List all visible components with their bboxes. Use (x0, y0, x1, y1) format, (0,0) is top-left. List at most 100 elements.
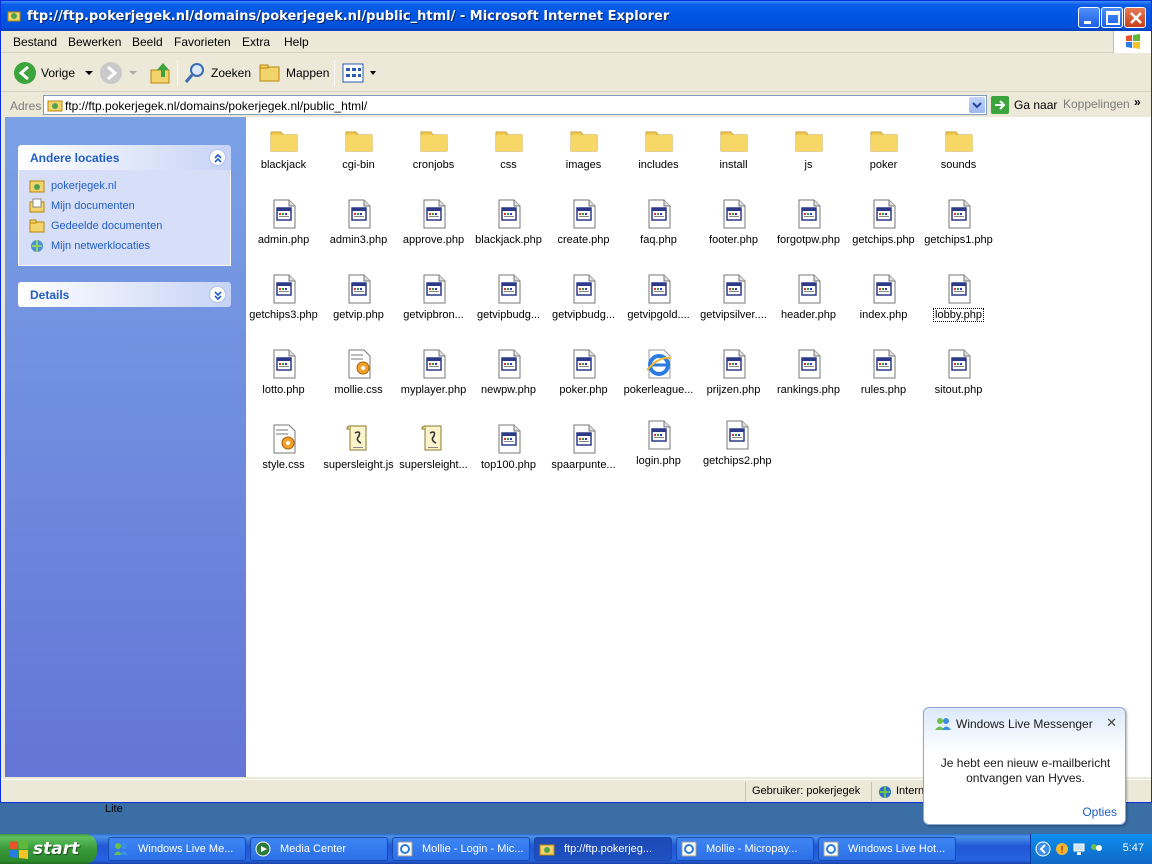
file-item[interactable]: approve.php (396, 198, 471, 246)
file-item[interactable]: getchips2.php (700, 419, 775, 467)
notification-close-icon[interactable]: ✕ (1106, 715, 1117, 731)
file-item[interactable]: getvipbudg... (546, 273, 621, 321)
other-locations-header[interactable]: Andere locaties (18, 145, 231, 170)
file-item[interactable]: blackjack.php (471, 198, 546, 246)
views-icon (342, 63, 364, 83)
messenger-notification[interactable]: Windows Live Messenger ✕ Je hebt een nie… (923, 707, 1126, 825)
file-item[interactable]: pokerleague... (621, 348, 696, 396)
messenger-tray-icon[interactable] (1089, 842, 1103, 856)
views-button[interactable] (341, 59, 381, 87)
file-item[interactable]: getvip.php (321, 273, 396, 321)
details-header[interactable]: Details (18, 282, 231, 307)
file-item[interactable]: admin.php (246, 198, 321, 246)
taskbar-button[interactable]: ftp://ftp.pokerjeg... (534, 837, 672, 861)
taskbar-button[interactable]: Mollie - Login - Mic... (392, 837, 530, 861)
address-input[interactable]: ftp://ftp.pokerjegek.nl/domains/pokerjeg… (43, 95, 987, 115)
menu-extra[interactable]: Extra (242, 35, 270, 49)
file-item[interactable]: getvipsilver.... (696, 273, 771, 321)
link-pokerjegek[interactable]: pokerjegek.nl (29, 178, 116, 194)
file-item[interactable]: poker.php (546, 348, 621, 396)
file-item[interactable]: getchips3.php (246, 273, 321, 321)
folder-item[interactable]: install (696, 123, 771, 171)
maximize-button[interactable] (1101, 7, 1123, 28)
file-item[interactable]: supersleight... (396, 423, 471, 471)
dropdown-arrow-icon[interactable] (83, 68, 95, 78)
file-item[interactable]: prijzen.php (696, 348, 771, 396)
taskbar-button[interactable]: Mollie - Micropay... (676, 837, 814, 861)
network-icon[interactable] (1072, 842, 1086, 856)
links-button[interactable]: Koppelingen (1063, 97, 1130, 111)
link-gedeelde-documenten[interactable]: Gedeelde documenten (29, 218, 162, 234)
title-bar[interactable]: ftp://ftp.pokerjegek.nl/domains/pokerjeg… (1, 1, 1151, 31)
address-dropdown-button[interactable] (969, 97, 985, 113)
file-item[interactable]: getvipgold.... (621, 273, 696, 321)
taskbar-button[interactable]: Windows Live Hot... (818, 837, 956, 861)
file-item[interactable]: getchips.php (846, 198, 921, 246)
php-file-icon (246, 273, 321, 305)
link-netwerklocaties[interactable]: Mijn netwerklocaties (29, 238, 150, 254)
search-button[interactable]: Zoeken (183, 59, 251, 87)
file-item[interactable]: admin3.php (321, 198, 396, 246)
folders-button[interactable]: Mappen (258, 59, 329, 87)
minimize-button[interactable] (1078, 7, 1100, 28)
folder-item[interactable]: poker (846, 123, 921, 171)
file-item[interactable]: login.php (621, 419, 696, 467)
file-item[interactable]: style.css (246, 423, 321, 471)
folder-item[interactable]: cronjobs (396, 123, 471, 171)
menu-beeld[interactable]: Beeld (132, 35, 163, 49)
file-list-view[interactable]: blackjack cgi-bin cronjobs css images include… (246, 117, 1151, 777)
file-item[interactable]: getchips1.php (921, 198, 996, 246)
start-button[interactable]: start (0, 834, 97, 864)
close-button[interactable] (1124, 7, 1146, 28)
ie-icon (397, 841, 418, 857)
file-item[interactable]: forgotpw.php (771, 198, 846, 246)
up-folder-button[interactable] (149, 59, 177, 87)
php-file-icon (546, 198, 621, 230)
notification-options-link[interactable]: Opties (1082, 805, 1117, 819)
file-item[interactable]: supersleight.js (321, 423, 396, 471)
link-mijn-documenten[interactable]: Mijn documenten (29, 198, 135, 214)
menu-help[interactable]: Help (284, 35, 309, 49)
folder-item[interactable]: js (771, 123, 846, 171)
forward-button[interactable] (99, 59, 143, 87)
notification-message[interactable]: Je hebt een nieuw e-mailbericht ontvange… (932, 756, 1119, 786)
taskbar-button[interactable]: Windows Live Me... (108, 837, 246, 861)
back-button[interactable]: Vorige (13, 59, 99, 87)
file-item[interactable]: getvipbudg... (471, 273, 546, 321)
file-item[interactable]: header.php (771, 273, 846, 321)
file-item[interactable]: faq.php (621, 198, 696, 246)
file-item[interactable]: sitout.php (921, 348, 996, 396)
file-item[interactable]: spaarpunte... (546, 423, 621, 471)
folder-item[interactable]: images (546, 123, 621, 171)
clock[interactable]: 5:47 (1123, 842, 1144, 854)
ie-icon (823, 841, 844, 857)
collapse-icon[interactable] (209, 149, 226, 166)
expand-icon[interactable] (209, 286, 226, 303)
file-item[interactable]: rankings.php (771, 348, 846, 396)
file-item[interactable]: getvipbron... (396, 273, 471, 321)
file-item[interactable]: mollie.css (321, 348, 396, 396)
folder-item[interactable]: includes (621, 123, 696, 171)
file-item[interactable]: lotto.php (246, 348, 321, 396)
folder-item[interactable]: sounds (921, 123, 996, 171)
file-item[interactable]: rules.php (846, 348, 921, 396)
file-item[interactable]: create.php (546, 198, 621, 246)
file-item[interactable]: newpw.php (471, 348, 546, 396)
file-item[interactable]: myplayer.php (396, 348, 471, 396)
go-button[interactable]: Ga naar (991, 96, 1057, 114)
folder-item[interactable]: cgi-bin (321, 123, 396, 171)
file-item[interactable]: lobby.php (921, 273, 996, 324)
menu-favorieten[interactable]: Favorieten (174, 35, 231, 49)
file-name: getchips.php (852, 234, 915, 246)
file-item[interactable]: index.php (846, 273, 921, 321)
folder-item[interactable]: blackjack (246, 123, 321, 171)
taskbar-button[interactable]: Media Center (250, 837, 388, 861)
security-alert-icon[interactable]: ! (1055, 842, 1069, 856)
file-item[interactable]: top100.php (471, 423, 546, 471)
menu-bewerken[interactable]: Bewerken (68, 35, 121, 49)
chevron-left-icon[interactable] (1035, 841, 1051, 857)
chevron-right-icon[interactable]: » (1134, 95, 1141, 109)
file-item[interactable]: footer.php (696, 198, 771, 246)
folder-item[interactable]: css (471, 123, 546, 171)
menu-bestand[interactable]: Bestand (13, 35, 57, 49)
